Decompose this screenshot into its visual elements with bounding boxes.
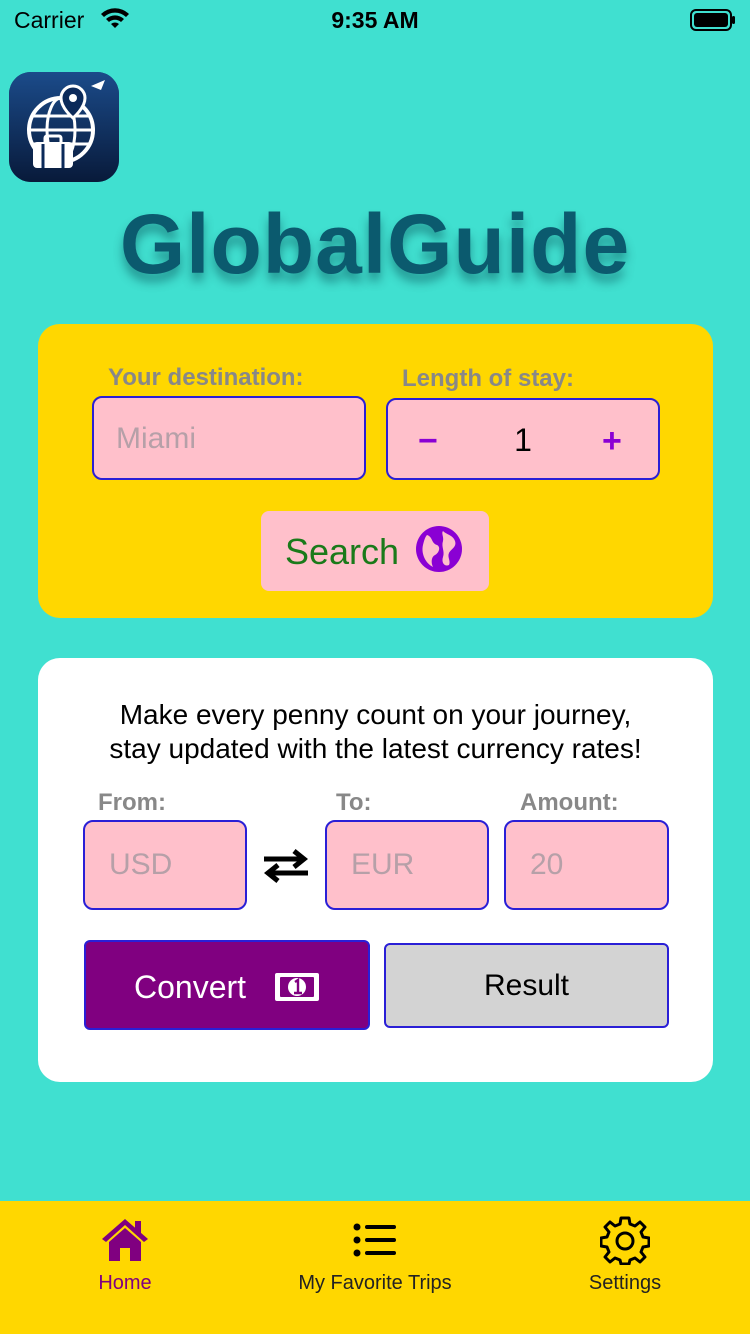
tagline-line-2: stay updated with the latest currency ra… bbox=[109, 733, 642, 764]
tab-favorite-trips[interactable]: My Favorite Trips bbox=[250, 1201, 500, 1334]
from-label: From: bbox=[98, 789, 166, 816]
tab-settings[interactable]: Settings bbox=[500, 1201, 750, 1334]
house-icon bbox=[102, 1219, 148, 1261]
to-placeholder: EUR bbox=[351, 848, 415, 881]
amount-label: Amount: bbox=[520, 789, 619, 816]
swap-arrows-icon[interactable] bbox=[260, 846, 312, 886]
increment-button[interactable]: + bbox=[602, 422, 622, 461]
destination-label: Your destination: bbox=[108, 364, 304, 391]
destination-placeholder: Miami bbox=[116, 422, 196, 455]
result-button-label: Result bbox=[483, 969, 570, 1002]
currency-tagline: Make every penny count on your journey, … bbox=[38, 698, 713, 766]
search-button[interactable]: Search bbox=[261, 511, 489, 591]
amount-placeholder: 20 bbox=[530, 848, 564, 881]
from-placeholder: USD bbox=[109, 848, 173, 881]
search-button-label: Search bbox=[285, 531, 400, 572]
convert-button-label: Convert bbox=[134, 969, 247, 1005]
globe-icon bbox=[416, 526, 462, 572]
convert-button[interactable]: Convert bbox=[84, 940, 370, 1030]
tagline-line-1: Make every penny count on your journey, bbox=[119, 699, 632, 730]
tab-bar: Home My Favorite Trips Settings bbox=[0, 1201, 750, 1334]
to-label: To: bbox=[336, 789, 372, 816]
result-button[interactable]: Result bbox=[384, 943, 669, 1028]
search-card: Your destination: Miami Length of stay: … bbox=[38, 324, 713, 618]
stay-label: Length of stay: bbox=[402, 365, 574, 392]
banknote-icon bbox=[275, 973, 319, 1001]
status-time: 9:35 AM bbox=[331, 7, 419, 33]
stay-stepper[interactable]: − 1 + bbox=[386, 398, 660, 480]
list-icon bbox=[353, 1223, 396, 1257]
status-bar: Carrier 9:35 AM bbox=[0, 0, 750, 40]
globe-suitcase-location-icon bbox=[9, 72, 119, 182]
to-currency-input[interactable]: EUR bbox=[325, 820, 489, 910]
from-currency-input[interactable]: USD bbox=[83, 820, 247, 910]
tab-home[interactable]: Home bbox=[0, 1201, 250, 1334]
destination-input[interactable]: Miami bbox=[92, 396, 366, 480]
currency-card: Make every penny count on your journey, … bbox=[38, 658, 713, 1082]
amount-input[interactable]: 20 bbox=[504, 820, 669, 910]
tab-home-label: Home bbox=[98, 1272, 152, 1294]
app-title: GlobalGuide bbox=[119, 197, 631, 291]
tab-settings-label: Settings bbox=[588, 1272, 662, 1294]
battery-icon bbox=[690, 9, 735, 31]
tab-favorite-trips-label: My Favorite Trips bbox=[298, 1272, 452, 1294]
gear-icon bbox=[600, 1216, 650, 1265]
app-logo bbox=[9, 72, 119, 182]
